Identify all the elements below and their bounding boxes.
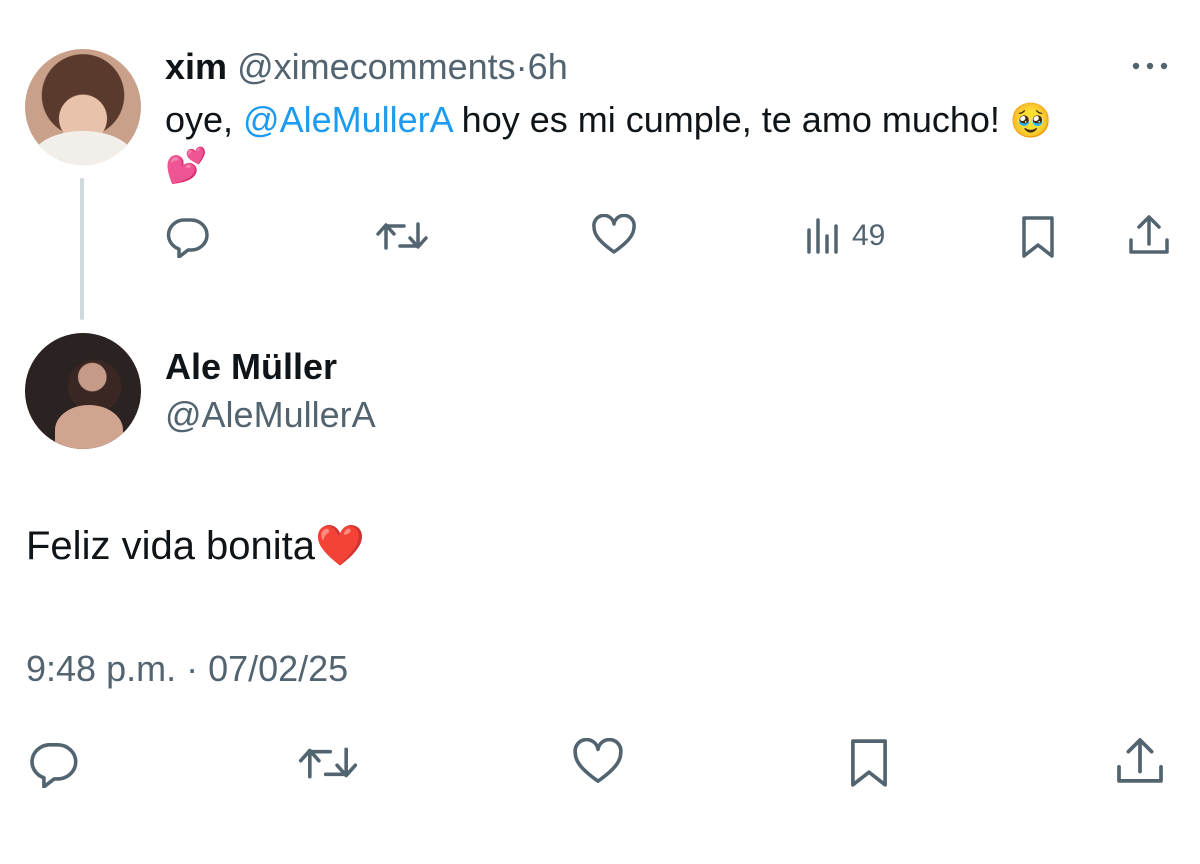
bookmark-icon[interactable] — [1018, 214, 1058, 260]
views-icon — [804, 216, 844, 256]
more-options-icon[interactable] — [1130, 58, 1170, 74]
bookmark-icon[interactable] — [846, 736, 892, 790]
share-icon[interactable] — [1112, 734, 1168, 788]
tweet-text-start: oye, — [165, 99, 244, 140]
author-handle[interactable]: @ximecomments — [237, 46, 516, 87]
heart-icon[interactable] — [590, 214, 638, 258]
retweet-icon[interactable] — [374, 214, 430, 258]
share-icon[interactable] — [1125, 212, 1173, 258]
tweet-text-body: Feliz vida bonita — [26, 524, 316, 568]
tweet-timestamp[interactable]: 9:48 p.m. · 07/02/25 — [26, 648, 348, 690]
two-hearts-emoji: 💕 — [165, 147, 208, 185]
tweet-text-end: hoy es mi cumple, te amo mucho! — [451, 99, 1010, 140]
header-separator: · — [515, 46, 528, 87]
views-button[interactable]: 49 — [804, 216, 885, 256]
avatar-alemullera[interactable] — [25, 333, 141, 449]
pleading-face-emoji: 🥹 — [1009, 102, 1053, 140]
author-display-name[interactable]: xim — [165, 46, 227, 87]
reply-icon[interactable] — [24, 738, 82, 788]
thread-connector — [80, 178, 84, 320]
author-handle[interactable]: @AleMullerA — [165, 394, 376, 436]
heart-icon[interactable] — [570, 738, 626, 788]
reply-icon[interactable] — [163, 214, 211, 258]
tweet-text: Feliz vida bonita❤️ — [26, 522, 365, 569]
author-display-name[interactable]: Ale Müller — [165, 346, 337, 388]
tweet-header: xim @ximecomments·6h — [165, 46, 568, 88]
mention-link[interactable]: @AleMullerA — [243, 99, 452, 140]
tweet-time[interactable]: 6h — [528, 46, 568, 87]
red-heart-emoji: ❤️ — [315, 524, 365, 568]
avatar-ximecomments[interactable] — [25, 49, 141, 165]
retweet-icon[interactable] — [296, 738, 360, 788]
views-count: 49 — [852, 219, 886, 252]
tweet-text: oye, @AleMullerA hoy es mi cumple, te am… — [165, 98, 1175, 188]
